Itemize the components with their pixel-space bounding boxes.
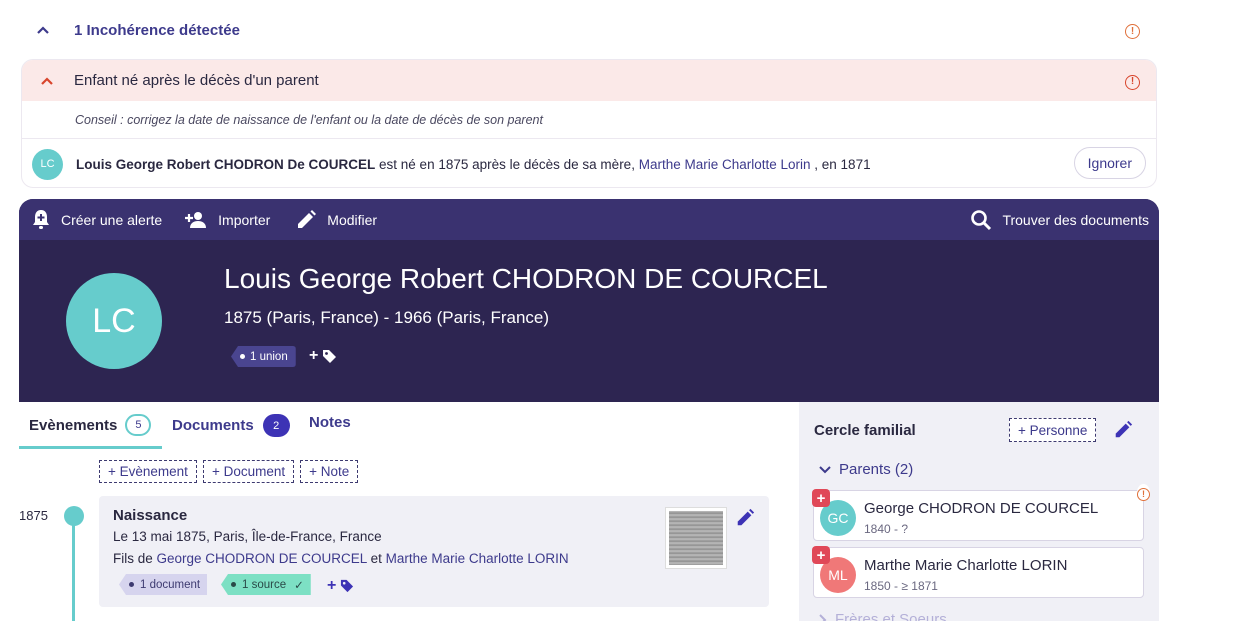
warning-icon: ! — [1125, 21, 1140, 40]
add-person-button[interactable]: + Personne — [1009, 418, 1097, 442]
edit-family-button[interactable] — [1113, 420, 1133, 443]
parents-prefix: Fils de — [113, 551, 157, 566]
add-document-button[interactable]: + Document — [202, 460, 295, 483]
profile-name: Louis George Robert CHODRON DE COURCEL — [224, 263, 828, 294]
timeline-year: 1875 — [19, 508, 48, 523]
pencil-icon — [737, 508, 755, 526]
add-event-tag-button[interactable]: + — [327, 577, 354, 595]
source-tag[interactable]: 1 source ✓ — [221, 574, 311, 595]
document-tag-label: 1 document — [140, 578, 201, 591]
chevron-up-icon[interactable] — [36, 25, 56, 35]
find-documents-label: Trouver des documents — [1002, 211, 1149, 228]
chevron-down-icon — [819, 465, 831, 473]
events-count-badge: 5 — [125, 414, 152, 436]
parent-card[interactable]: GC + George CHODRON DE COURCEL 1840 - ? … — [812, 484, 1150, 541]
incoherence-card: Enfant né après le décès d'un parent ! C… — [21, 59, 1157, 188]
family-panel: Cercle familial + Personne Parents (2) G… — [799, 402, 1159, 621]
person-name: Louis George Robert CHODRON De COURCEL — [76, 156, 376, 172]
parents-section-toggle[interactable]: Parents (2) — [819, 461, 913, 478]
tag-icon — [323, 349, 337, 363]
incoherence-detail-row: LC Louis George Robert CHODRON De COURCE… — [22, 139, 1156, 187]
profile-banner: Créer une alerte Importer Modifier Trouv… — [19, 199, 1159, 402]
event-title: Naissance — [113, 507, 188, 524]
document-thumbnail[interactable] — [665, 507, 727, 569]
timeline-dot — [64, 506, 84, 526]
mother-link[interactable]: Marthe Marie Charlotte LORIN — [386, 551, 569, 566]
incoherence-summary: 1 Incohérence détectée — [74, 21, 240, 39]
import-label: Importer — [218, 211, 271, 228]
find-documents-button[interactable]: Trouver des documents — [970, 209, 1149, 231]
documents-count-badge: 2 — [262, 414, 290, 437]
tab-documents[interactable]: Documents 2 — [172, 414, 290, 437]
edit-label: Modifier — [327, 211, 378, 228]
union-tag-label: 1 union — [250, 350, 288, 363]
edit-event-button[interactable] — [735, 508, 755, 531]
warning-icon: ! — [1125, 71, 1140, 90]
plus-label: + — [327, 577, 337, 594]
tab-events[interactable]: Evènements 5 — [29, 414, 152, 436]
parents-label: Parents (2) — [839, 461, 914, 478]
tag-dot — [231, 582, 236, 587]
incoherence-header[interactable]: 1 Incohérence détectée ! — [20, 12, 1156, 48]
plus-label: + — [309, 347, 319, 364]
incoherence-issue-row[interactable]: Enfant né après le décès d'un parent ! — [22, 60, 1156, 101]
person-add-icon — [185, 211, 207, 228]
family-title: Cercle familial — [814, 422, 916, 439]
add-buttons-row: + Evènement + Document + Note — [99, 460, 364, 483]
import-button[interactable]: Importer — [184, 211, 270, 229]
event-date-place: Le 13 mai 1875, Paris, Île-de-France, Fr… — [113, 529, 382, 544]
create-alert-label: Créer une alerte — [61, 211, 163, 228]
advice-text: Conseil : corrigez la date de naissance … — [22, 101, 1156, 139]
add-relative-icon[interactable]: + — [812, 546, 830, 564]
issue-title: Enfant né après le décès d'un parent — [74, 72, 319, 89]
document-tag[interactable]: 1 document — [119, 574, 208, 595]
event-parents: Fils de George CHODRON DE COURCEL et Mar… — [113, 551, 569, 566]
bell-plus-icon — [33, 209, 49, 229]
add-note-button[interactable]: + Note — [300, 460, 359, 483]
tag-dot — [129, 582, 134, 587]
profile-avatar: LC — [66, 273, 162, 369]
mother-link[interactable]: Marthe Marie Charlotte Lorin — [639, 157, 811, 172]
chevron-right-icon — [819, 613, 827, 621]
sentence-end: , en 1871 — [810, 156, 871, 172]
incoherence-sentence: Louis George Robert CHODRON De COURCEL e… — [76, 157, 871, 172]
pencil-icon — [1115, 420, 1133, 438]
siblings-section-toggle[interactable]: Frères et Soeurs — [819, 611, 947, 621]
tab-bar: Evènements 5 Documents 2 Notes — [19, 402, 779, 450]
create-alert-button[interactable]: Créer une alerte — [31, 209, 162, 231]
event-card[interactable]: Naissance Le 13 mai 1875, Paris, Île-de-… — [99, 496, 769, 607]
sentence-middle: est né en 1875 après le décès de sa mère… — [375, 156, 639, 172]
profile-toolbar: Créer une alerte Importer Modifier Trouv… — [19, 199, 1159, 240]
tab-events-label: Evènements — [29, 416, 118, 434]
tag-dot — [240, 354, 245, 359]
timeline-line — [72, 520, 75, 621]
tag-icon — [341, 579, 354, 593]
add-relative-icon[interactable]: + — [812, 489, 830, 507]
check-icon: ✓ — [294, 579, 304, 592]
father-link[interactable]: George CHODRON DE COURCEL — [157, 551, 367, 566]
ignore-button[interactable]: Ignorer — [1073, 147, 1146, 179]
pencil-icon — [298, 209, 317, 228]
parent-dates: 1850 - ≥ 1871 — [864, 579, 938, 593]
add-event-button[interactable]: + Evènement — [99, 460, 197, 483]
source-tag-label: 1 source — [242, 578, 287, 591]
active-tab-indicator — [19, 446, 162, 449]
add-tag-button[interactable]: + — [309, 347, 337, 365]
and-text: et — [366, 551, 386, 566]
warning-icon: ! — [1137, 484, 1150, 501]
parent-name: Marthe Marie Charlotte LORIN — [864, 557, 1068, 574]
parent-dates: 1840 - ? — [864, 522, 909, 536]
parent-name: George CHODRON DE COURCEL — [864, 500, 1099, 517]
avatar: LC — [32, 148, 63, 180]
search-icon — [971, 209, 992, 230]
siblings-label: Frères et Soeurs — [835, 611, 947, 621]
profile-dates: 1875 (Paris, France) - 1966 (Paris, Fran… — [224, 308, 550, 327]
edit-button[interactable]: Modifier — [295, 209, 377, 231]
parent-card[interactable]: ML + Marthe Marie Charlotte LORIN 1850 -… — [812, 546, 1144, 598]
tab-notes-label: Notes — [309, 414, 351, 431]
tab-documents-label: Documents — [172, 417, 254, 434]
union-tag[interactable]: 1 union — [231, 346, 296, 367]
chevron-up-icon[interactable] — [40, 76, 54, 86]
tab-notes[interactable]: Notes — [309, 414, 351, 431]
